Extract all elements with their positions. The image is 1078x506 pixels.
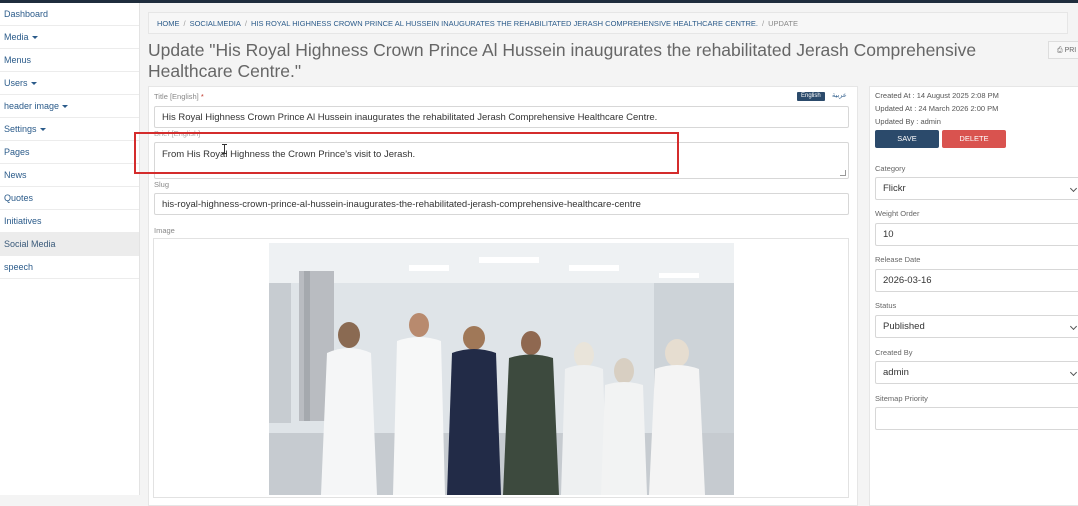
breadcrumb: HOME / SOCIALMEDIA / HIS ROYAL HIGHNESS CROW… (148, 12, 1068, 34)
image-label: Image (154, 226, 175, 235)
release-date-label: Release Date (875, 255, 921, 264)
category-value: Flickr (883, 183, 906, 194)
weight-label: Weight Order (875, 209, 920, 218)
page-title: Update "His Royal Highness Crown Prince … (148, 40, 977, 81)
sidebar-item-initiatives[interactable]: Initiatives (0, 210, 139, 233)
chevron-down-icon (1069, 184, 1078, 193)
created-by-value: admin (883, 367, 909, 378)
breadcrumb-home[interactable]: HOME (157, 19, 180, 28)
sidebar-item-label: Media (4, 32, 29, 42)
sidebar-item-settings[interactable]: Settings (0, 118, 139, 141)
chevron-down-icon (1069, 368, 1078, 377)
sidebar-item-label: Settings (4, 124, 37, 134)
sidebar-item-label: News (4, 170, 27, 180)
sidebar-item-media[interactable]: Media (0, 26, 139, 49)
release-date-input[interactable]: 2026-03-16 (875, 269, 1078, 292)
side-panel (869, 86, 1078, 506)
sidebar-item-label: Menus (4, 55, 32, 65)
status-label: Status (875, 301, 897, 310)
created-at: Created At : 14 August 2025 2:08 PM (875, 91, 999, 100)
sidebar-item-label: header image (4, 101, 60, 111)
created-by-select[interactable]: admin (875, 361, 1078, 384)
breadcrumb-current: UPDATE (768, 19, 798, 28)
print-button[interactable]: ⎙ PRI (1048, 41, 1078, 59)
sidebar-item-social-media[interactable]: Social Media (0, 233, 139, 256)
sidebar-item-label: Social Media (4, 239, 56, 249)
sitemap-priority-label: Sitemap Priority (875, 394, 928, 403)
caret-down-icon (31, 36, 38, 40)
sidebar-item-pages[interactable]: Pages (0, 141, 139, 164)
chevron-down-icon (1069, 322, 1078, 331)
sidebar-item-news[interactable]: News (0, 164, 139, 187)
sidebar-item-header-image[interactable]: header image (0, 95, 139, 118)
sidebar-item-dashboard[interactable]: Dashboard (0, 3, 139, 26)
caret-down-icon (39, 128, 46, 132)
resize-handle-icon[interactable] (840, 170, 846, 176)
text-cursor-icon (222, 144, 227, 154)
sidebar-item-quotes[interactable]: Quotes (0, 187, 139, 210)
sidebar-item-speech[interactable]: speech (0, 256, 139, 279)
title-label: Title [English] * (154, 92, 204, 101)
title-input[interactable]: His Royal Highness Crown Prince Al Husse… (154, 106, 849, 128)
delete-button[interactable]: DELETE (942, 130, 1006, 148)
sidebar-item-users[interactable]: Users (0, 72, 139, 95)
sidebar-item-label: speech (4, 262, 34, 272)
updated-by: Updated By : admin (875, 117, 941, 126)
top-bar (0, 0, 1078, 3)
breadcrumb-item[interactable]: HIS ROYAL HIGHNESS CROWN PRINCE AL HUSSE… (251, 19, 758, 28)
lang-tab-english[interactable]: English (797, 92, 825, 101)
created-by-label: Created By (875, 348, 913, 357)
lang-tab-arabic[interactable]: عربية (832, 91, 847, 99)
caret-down-icon (30, 82, 37, 86)
sidebar-item-label: Quotes (4, 193, 34, 203)
caret-down-icon (62, 105, 69, 109)
print-icon: ⎙ (1057, 47, 1063, 54)
weight-input[interactable]: 10 (875, 223, 1078, 246)
updated-at: Updated At : 24 March 2026 2:00 PM (875, 104, 999, 113)
category-label: Category (875, 164, 906, 173)
sidebar-item-menus[interactable]: Menus (0, 49, 139, 72)
status-value: Published (883, 321, 925, 332)
sitemap-priority-input[interactable] (875, 407, 1078, 430)
status-select[interactable]: Published (875, 315, 1078, 338)
category-select[interactable]: Flickr (875, 177, 1078, 200)
slug-input[interactable]: his-royal-highness-crown-prince-al-husse… (154, 193, 849, 215)
slug-label: Slug (154, 180, 170, 189)
highlight-box (134, 132, 679, 174)
article-photo (269, 243, 734, 495)
sidebar-item-label: Pages (4, 147, 30, 157)
sidebar-item-label: Initiatives (4, 216, 42, 226)
sidebar-item-label: Users (4, 78, 28, 88)
print-label: PRI (1064, 47, 1077, 54)
sidebar-item-label: Dashboard (4, 9, 49, 19)
sidebar: Dashboard Media Menus Users header image… (0, 3, 140, 495)
save-button[interactable]: SAVE (875, 130, 939, 148)
breadcrumb-section[interactable]: SOCIALMEDIA (190, 19, 241, 28)
